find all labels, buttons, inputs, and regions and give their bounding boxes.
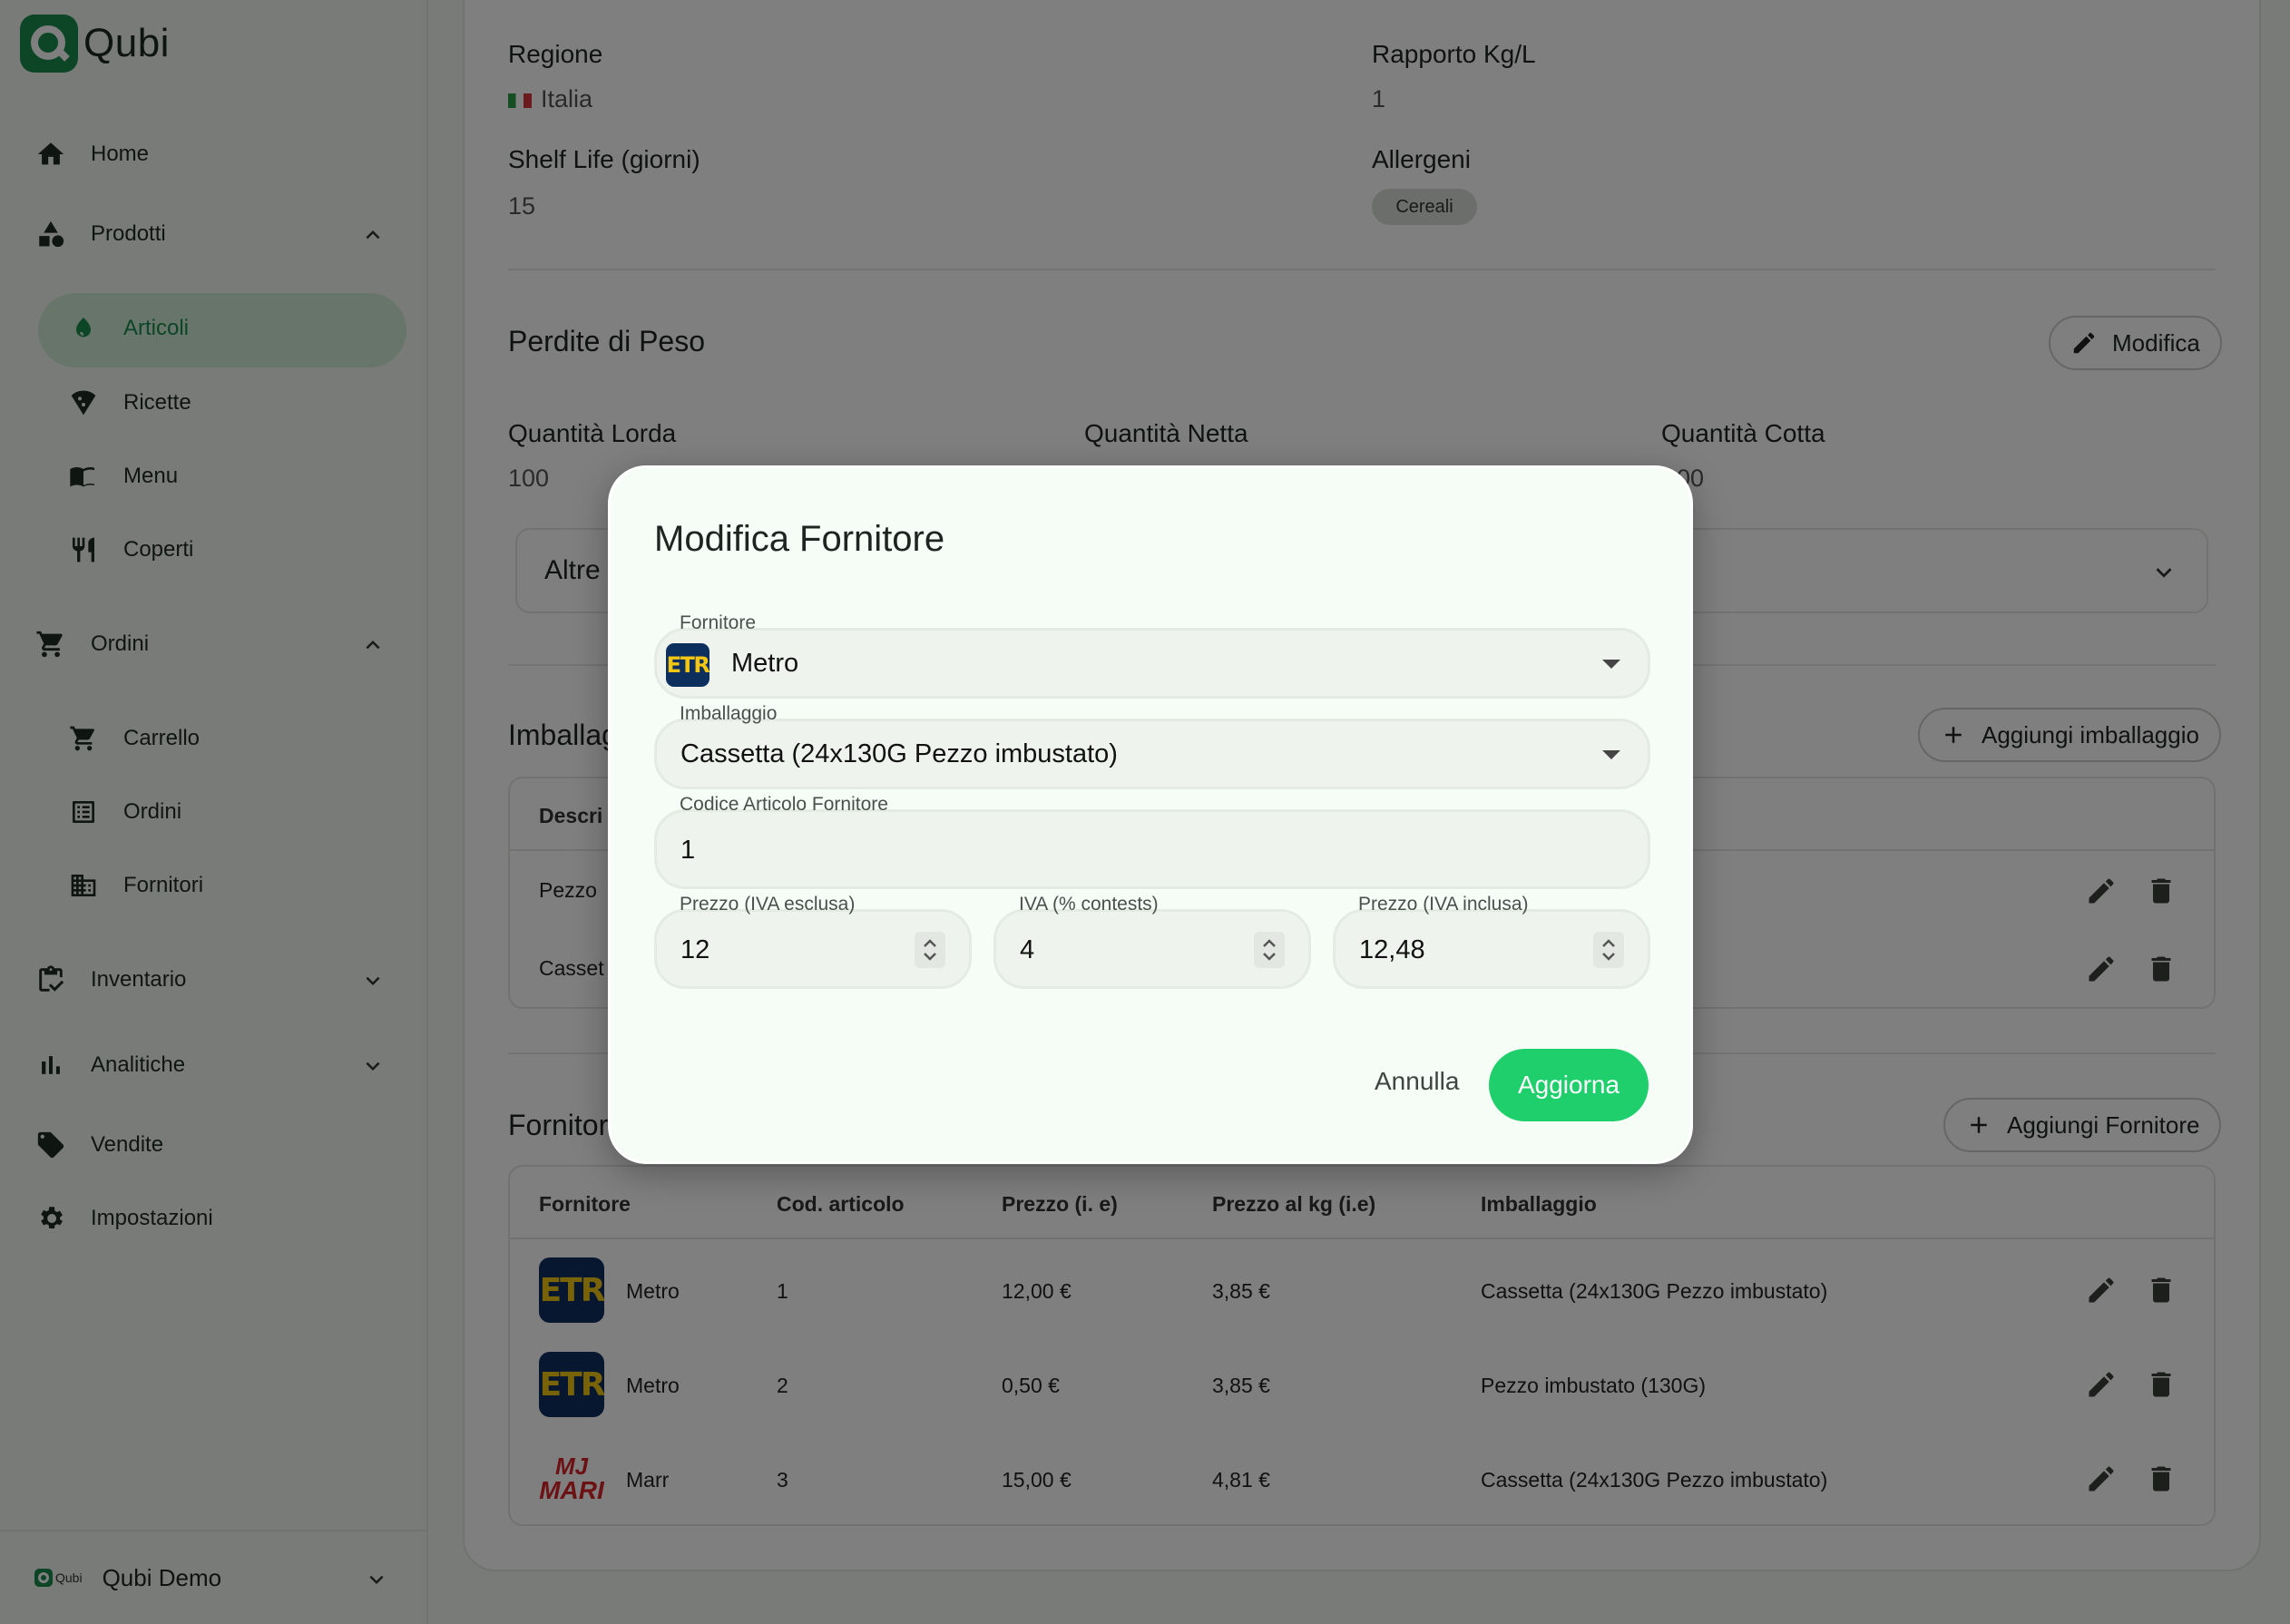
prezzo-iva-esclusa-label: Prezzo (IVA esclusa) (680, 894, 856, 915)
dropdown-arrow-icon (1602, 750, 1620, 759)
annulla-button[interactable]: Annulla (1375, 1067, 1459, 1096)
iva-input[interactable]: 4 (993, 909, 1311, 989)
iva-label: IVA (% contests) (1019, 894, 1159, 915)
prezzo-iva-inclusa-input[interactable]: 12,48 (1333, 909, 1650, 989)
prezzo-iva-inclusa-value: 12,48 (1359, 935, 1425, 964)
modifica-fornitore-dialog: Modifica Fornitore ETR Metro Fornitore C… (608, 465, 1693, 1164)
number-stepper-icon[interactable] (1254, 932, 1285, 968)
imballaggio-label: Imballaggio (680, 703, 778, 724)
imballaggio-select-value: Cassetta (24x130G Pezzo imbustato) (680, 739, 1118, 768)
prezzo-iva-inclusa-label: Prezzo (IVA inclusa) (1358, 894, 1529, 915)
codice-articolo-input[interactable]: 1 (654, 809, 1650, 889)
aggiorna-button[interactable]: Aggiorna (1489, 1049, 1649, 1121)
dropdown-arrow-icon (1602, 660, 1620, 669)
imballaggio-select[interactable]: Cassetta (24x130G Pezzo imbustato) (654, 719, 1650, 789)
iva-value: 4 (1020, 935, 1035, 964)
fornitore-select-value: Metro (731, 649, 799, 678)
number-stepper-icon[interactable] (1593, 932, 1624, 968)
number-stepper-icon[interactable] (915, 932, 945, 968)
metro-logo: ETR (666, 643, 710, 687)
prezzo-iva-esclusa-input[interactable]: 12 (654, 909, 972, 989)
fornitore-select[interactable]: ETR Metro (654, 628, 1650, 699)
fornitore-label: Fornitore (680, 612, 757, 633)
codice-articolo-value: 1 (680, 836, 696, 865)
codice-articolo-label: Codice Articolo Fornitore (680, 794, 888, 815)
prezzo-iva-esclusa-value: 12 (680, 935, 710, 964)
dialog-title: Modifica Fornitore (654, 519, 945, 559)
